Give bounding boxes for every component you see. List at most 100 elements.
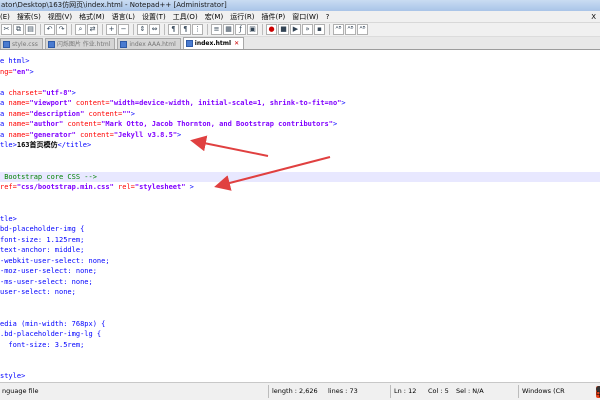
redo-icon[interactable]: ↷: [56, 24, 67, 35]
code-token: ng=: [0, 67, 13, 76]
status-selection: Sel : N/A: [456, 387, 484, 395]
status-length: length : 2,626: [272, 387, 318, 395]
zoom-in-icon[interactable]: +: [106, 24, 117, 35]
menu-plugins[interactable]: 插件(P): [262, 12, 293, 22]
code-token: 163首页模仿: [16, 141, 58, 149]
menu-window[interactable]: 窗口(W): [292, 12, 325, 22]
toolbar-separator: [102, 24, 103, 35]
code-token: content=: [75, 99, 110, 107]
zoom-out-icon[interactable]: −: [118, 24, 129, 35]
spell-next-icon[interactable]: ᴬᴮ: [345, 24, 356, 35]
play-macro-icon[interactable]: ▶: [290, 24, 301, 35]
toolbar-separator: [71, 24, 72, 35]
close-tab-icon[interactable]: ✕: [234, 38, 239, 49]
code-line: font-size: 3.5rem;: [0, 340, 600, 350]
menu-language[interactable]: 语言(L): [112, 12, 142, 22]
spell-check-icon[interactable]: ᴬᴮ: [333, 24, 344, 35]
code-token: style>: [0, 372, 26, 380]
code-token: name=: [8, 130, 30, 139]
indent-guide-icon[interactable]: ⋮: [192, 24, 203, 35]
language-icon[interactable]: ≡: [211, 24, 222, 35]
tab-label: index AAA.html: [129, 40, 176, 48]
menu-format[interactable]: 格式(M): [79, 12, 112, 22]
code-line: ref="css/bootstrap.min.css" rel="stylesh…: [0, 182, 600, 192]
function-list-icon[interactable]: ƒ: [235, 24, 246, 35]
status-separator: [268, 385, 269, 398]
replace-icon[interactable]: ⇄: [87, 24, 98, 35]
status-bar: nguage file length : 2,626 lines : 73 Ln…: [0, 382, 600, 400]
record-macro-icon[interactable]: ●: [266, 24, 277, 35]
code-token: rel=: [118, 183, 135, 191]
code-token: -moz-user-select: none;: [0, 267, 97, 275]
menu-tools[interactable]: 工具(O): [173, 12, 205, 22]
find-icon[interactable]: ⌕: [75, 24, 86, 35]
code-token: tle>: [0, 214, 17, 223]
toolbar-separator: [133, 24, 134, 35]
menu-bar: (E) 搜索(S) 视图(V) 格式(M) 语言(L) 设置(T) 工具(O) …: [0, 11, 600, 23]
tab-style-css[interactable]: style.css: [0, 38, 43, 49]
toolbar-separator: [40, 24, 41, 35]
code-token: text-anchor: middle;: [0, 246, 85, 254]
word-wrap-icon[interactable]: ¶: [168, 24, 179, 35]
file-icon: [3, 40, 10, 48]
code-token: edia (min-width: 768px) {: [0, 319, 106, 328]
paste-icon[interactable]: ▤: [25, 24, 36, 35]
code-token: "author": [29, 120, 64, 128]
code-editor[interactable]: e html> ng="en"> a charset="utf-8"> a name=…: [0, 50, 600, 400]
spell-prev-icon[interactable]: ᴬᴮ: [357, 24, 368, 35]
menu-help[interactable]: ?: [326, 13, 337, 21]
code-token: "utf-8": [42, 88, 72, 97]
code-line: a name="description" content="">: [0, 109, 600, 119]
status-lines: lines : 73: [328, 387, 358, 395]
code-token: content=: [88, 109, 123, 118]
code-line: user-select: none;: [0, 287, 600, 297]
folder-workspace-icon[interactable]: ▣: [247, 24, 258, 35]
sync-vertical-icon[interactable]: ⇕: [137, 24, 148, 35]
code-token: >: [177, 130, 182, 139]
tab-blink-image-homework[interactable]: 闪烁图片 作业.html: [44, 38, 116, 49]
toolbar-separator: [164, 24, 165, 35]
code-token: font-size: 1.125rem;: [0, 235, 85, 244]
menu-settings[interactable]: 设置(T): [142, 12, 173, 22]
menu-view[interactable]: 视图(V): [48, 12, 79, 22]
stop-recording-icon[interactable]: ■: [278, 24, 289, 35]
code-token: -webkit-user-select: none;: [0, 256, 110, 265]
code-line: e html>: [0, 56, 600, 66]
code-line: style>: [0, 371, 600, 381]
code-line: a name="viewport" content="width=device-…: [0, 98, 600, 108]
undo-icon[interactable]: ↶: [44, 24, 55, 35]
code-line: a charset="utf-8">: [0, 88, 600, 98]
tab-index-aaa[interactable]: index AAA.html: [117, 38, 181, 49]
close-document-icon[interactable]: X: [587, 13, 600, 21]
save-macro-icon[interactable]: ▪: [314, 24, 325, 35]
code-line: -webkit-user-select: none;: [0, 256, 600, 266]
code-token: bd-placeholder-img {: [0, 225, 85, 233]
tab-label: 闪烁图片 作业.html: [56, 40, 111, 48]
code-token: content=: [80, 130, 114, 139]
sync-horizontal-icon[interactable]: ⇔: [149, 24, 160, 35]
tab-index-html[interactable]: index.html ✕: [182, 37, 245, 49]
code-token: user-select: none;: [0, 288, 76, 296]
menu-run[interactable]: 运行(R): [230, 12, 261, 22]
file-icon: [120, 40, 128, 48]
document-map-icon[interactable]: ▦: [223, 24, 234, 35]
cut-icon[interactable]: ✂: [1, 24, 12, 35]
code-token: name=: [8, 99, 30, 107]
menu-search[interactable]: 搜索(S): [17, 12, 48, 22]
run-macro-multiple-icon[interactable]: »: [302, 24, 313, 35]
code-token: >: [185, 183, 194, 191]
menu-macro[interactable]: 宏(M): [205, 12, 231, 22]
copy-icon[interactable]: ⧉: [13, 24, 24, 35]
toolbar-separator: [262, 24, 263, 35]
toolbar: ✂ ⧉ ▤ ↶ ↷ ⌕ ⇄ + − ⇕ ⇔ ¶ ¶ ⋮ ≡ ▦ ƒ ▣ ● ■ …: [0, 23, 600, 37]
menu-edit[interactable]: (E): [0, 13, 17, 21]
code-line: ng="en">: [0, 67, 600, 77]
show-all-chars-icon[interactable]: ¶: [180, 24, 191, 35]
code-line: a name="author" content="Mark Otto, Jaco…: [0, 119, 600, 129]
